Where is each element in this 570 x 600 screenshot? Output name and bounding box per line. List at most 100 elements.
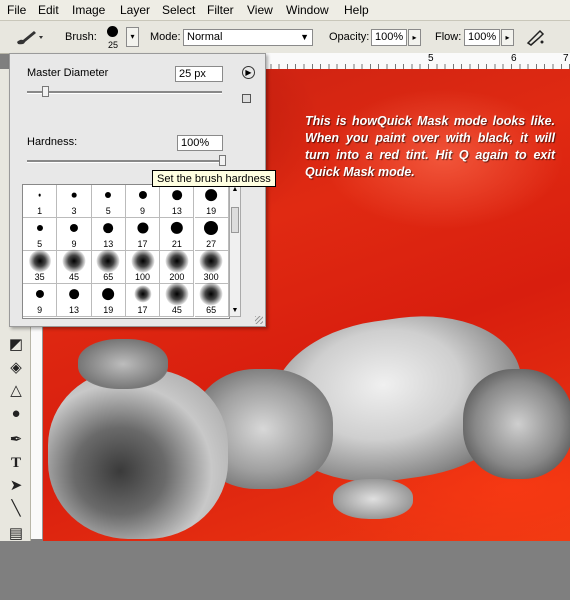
brush-preset-size: 9 bbox=[140, 206, 146, 216]
brush-preset-100[interactable]: 100 bbox=[125, 249, 161, 284]
opacity-slider-button[interactable]: ▸ bbox=[408, 29, 421, 46]
brush-tip-icon bbox=[171, 190, 182, 200]
brush-preset-9[interactable]: 9 bbox=[125, 185, 161, 218]
brush-tip-icon bbox=[103, 223, 114, 233]
brush-preset-size: 13 bbox=[68, 305, 79, 315]
resize-grip-icon[interactable] bbox=[255, 316, 263, 324]
brush-tip-icon bbox=[35, 289, 44, 299]
flow-field[interactable]: 100% bbox=[464, 29, 500, 46]
status-area bbox=[0, 541, 570, 600]
ash-piece-far-right bbox=[463, 369, 570, 479]
brush-preset-3[interactable]: 3 bbox=[57, 185, 92, 218]
brush-preset-19[interactable]: 19 bbox=[91, 284, 126, 317]
brush-tip-icon bbox=[138, 190, 147, 200]
paint-bucket-tool-icon[interactable]: ◈ bbox=[6, 358, 26, 378]
master-diameter-thumb[interactable] bbox=[41, 86, 49, 97]
menu-view[interactable]: View bbox=[247, 3, 273, 17]
brush-preview[interactable]: 25 bbox=[105, 24, 121, 50]
brush-tip-icon bbox=[170, 221, 184, 235]
brush-tip-icon bbox=[205, 189, 218, 201]
brush-preset-size: 45 bbox=[68, 272, 79, 282]
brush-tip-icon bbox=[136, 222, 149, 234]
brush-preset-9[interactable]: 9 bbox=[57, 218, 92, 251]
brush-preset-size: 300 bbox=[203, 272, 219, 282]
brush-preset-size: 5 bbox=[105, 206, 111, 216]
chevron-down-icon: ▼ bbox=[300, 32, 309, 42]
brush-picker-button[interactable]: ▾ bbox=[126, 27, 139, 47]
brush-preset-size: 27 bbox=[206, 239, 217, 249]
brush-preset-45[interactable]: 45 bbox=[57, 249, 92, 284]
master-diameter-field[interactable]: 25 px bbox=[175, 66, 223, 82]
brush-tip-icon bbox=[107, 26, 118, 37]
brush-tip-icon bbox=[71, 192, 77, 198]
brush-picker-panel: Master Diameter 25 px ▶ Hardness: 100% 1… bbox=[9, 53, 266, 327]
path-selection-tool-icon[interactable]: ➤ bbox=[6, 476, 26, 496]
blur-tool-icon[interactable]: △ bbox=[6, 381, 26, 401]
scroll-thumb[interactable] bbox=[231, 207, 239, 233]
master-diameter-slider[interactable] bbox=[27, 91, 222, 94]
dodge-tool-icon[interactable]: ● bbox=[6, 404, 26, 424]
brush-preset-300[interactable]: 300 bbox=[194, 249, 229, 284]
brush-tip-icon bbox=[131, 249, 155, 273]
brush-preset-13[interactable]: 13 bbox=[160, 185, 195, 218]
brush-preset-13[interactable]: 13 bbox=[91, 218, 126, 251]
brush-preset-size: 45 bbox=[171, 305, 182, 315]
menu-layer[interactable]: Layer bbox=[120, 3, 150, 17]
brush-preset-size: 65 bbox=[103, 272, 114, 282]
brush-preset-size: 1 bbox=[37, 206, 43, 216]
brush-preset-35[interactable]: 35 bbox=[23, 250, 58, 284]
brush-preset-1[interactable]: 1 bbox=[23, 185, 58, 218]
brush-preset-200[interactable]: 200 bbox=[160, 249, 195, 284]
panel-menu-arrow-icon[interactable]: ▶ bbox=[242, 66, 255, 79]
hardness-field[interactable]: 100% bbox=[177, 135, 223, 151]
brush-preset-27[interactable]: 27 bbox=[194, 218, 229, 251]
brush-tool-icon[interactable] bbox=[14, 28, 44, 46]
brush-preset-size: 9 bbox=[71, 239, 77, 249]
flow-slider-button[interactable]: ▸ bbox=[501, 29, 514, 46]
brush-preset-grid[interactable]: 1 3 5 9 13 19 5 9 13 17 21 27 35 45 65 100 200 300 9 13 19 17… bbox=[22, 184, 230, 319]
brush-tip-icon bbox=[199, 282, 223, 306]
menu-select[interactable]: Select bbox=[162, 3, 195, 17]
brush-preset-size: 17 bbox=[137, 305, 148, 315]
hardness-slider[interactable] bbox=[27, 160, 222, 163]
menu-help[interactable]: Help bbox=[344, 3, 369, 17]
pen-tool-icon[interactable]: ✒ bbox=[6, 430, 26, 450]
brush-preset-65[interactable]: 65 bbox=[194, 282, 229, 317]
mode-select[interactable]: Normal ▼ bbox=[183, 29, 313, 46]
horizontal-ruler: 5 6 7 bbox=[262, 53, 570, 70]
brush-preset-17[interactable]: 17 bbox=[125, 218, 161, 251]
brush-preset-21[interactable]: 21 bbox=[160, 218, 195, 251]
brush-tip-icon bbox=[69, 223, 78, 233]
brush-preset-17[interactable]: 17 bbox=[125, 284, 161, 317]
line-tool-icon[interactable]: ╲ bbox=[6, 499, 26, 519]
hardness-thumb[interactable] bbox=[219, 155, 226, 166]
ruler-mark-5: 5 bbox=[428, 53, 434, 64]
brush-preset-65[interactable]: 65 bbox=[91, 249, 126, 284]
flow-label: Flow: bbox=[435, 31, 462, 43]
type-tool-icon[interactable]: T bbox=[6, 453, 26, 473]
brush-tip-icon bbox=[165, 249, 189, 273]
scroll-down-icon[interactable]: ▼ bbox=[230, 306, 240, 316]
brush-preset-size: 17 bbox=[137, 239, 148, 249]
brush-preset-5[interactable]: 5 bbox=[91, 185, 126, 218]
brush-preset-9[interactable]: 9 bbox=[23, 284, 58, 317]
brush-preset-13[interactable]: 13 bbox=[57, 284, 92, 317]
menu-image[interactable]: Image bbox=[72, 3, 105, 17]
airbrush-icon[interactable] bbox=[526, 28, 546, 46]
brush-tip-icon bbox=[38, 193, 41, 197]
brush-preset-size: 65 bbox=[206, 305, 217, 315]
brush-tip-icon bbox=[165, 282, 189, 306]
eraser-tool-icon[interactable]: ◩ bbox=[6, 335, 26, 355]
brush-preset-size: 3 bbox=[71, 206, 77, 216]
save-brush-icon[interactable] bbox=[242, 94, 251, 103]
menu-file[interactable]: File bbox=[7, 3, 26, 17]
brush-preset-45[interactable]: 45 bbox=[160, 282, 195, 317]
brush-preset-5[interactable]: 5 bbox=[23, 218, 58, 251]
menu-window[interactable]: Window bbox=[286, 3, 329, 17]
brush-label: Brush: bbox=[65, 31, 97, 43]
brush-preset-19[interactable]: 19 bbox=[194, 185, 229, 218]
opacity-field[interactable]: 100% bbox=[371, 29, 407, 46]
preset-scrollbar[interactable]: ▲ ▼ bbox=[229, 184, 241, 317]
menu-filter[interactable]: Filter bbox=[207, 3, 234, 17]
menu-edit[interactable]: Edit bbox=[38, 3, 59, 17]
